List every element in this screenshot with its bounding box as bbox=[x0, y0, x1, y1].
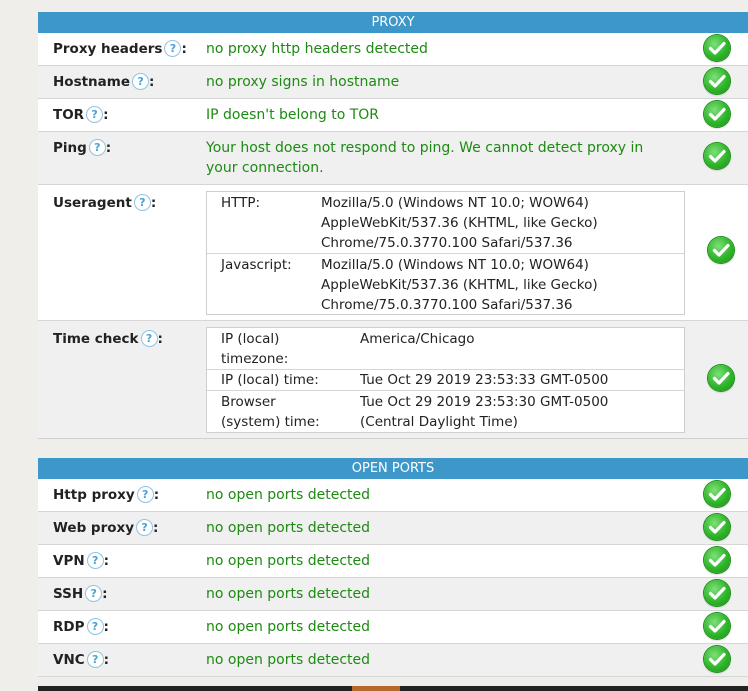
row-label: Time check?: bbox=[53, 330, 163, 347]
timecheck-value: America/Chicago bbox=[360, 331, 475, 347]
row-value: no open ports detected bbox=[206, 487, 371, 503]
help-icon[interactable]: ? bbox=[88, 139, 106, 156]
help-icon[interactable]: ? bbox=[132, 73, 150, 90]
useragent-table: HTTP: Mozilla/5.0 (Windows NT 10.0; WOW6… bbox=[206, 191, 685, 315]
check-icon bbox=[708, 365, 734, 391]
proxy-panel: PROXY Proxy headers?: no proxy http head… bbox=[38, 12, 748, 439]
ports-row-vnc: VNC?: no open ports detected bbox=[38, 644, 748, 677]
help-icon[interactable]: ? bbox=[86, 618, 104, 635]
row-label: Useragent?: bbox=[53, 194, 157, 211]
check-icon bbox=[704, 101, 730, 127]
open-ports-panel: OPEN PORTS Http proxy?: no open ports de… bbox=[38, 458, 748, 677]
ports-row-web-proxy: Web proxy?: no open ports detected bbox=[38, 512, 748, 545]
help-icon[interactable]: ? bbox=[133, 194, 151, 211]
useragent-value: Mozilla/5.0 (Windows NT 10.0; WOW64) App… bbox=[321, 195, 598, 251]
proxy-row-ping: Ping?: Your host does not respond to pin… bbox=[38, 132, 748, 185]
useragent-value: Mozilla/5.0 (Windows NT 10.0; WOW64) App… bbox=[321, 257, 598, 313]
row-label: Http proxy?: bbox=[53, 486, 160, 503]
row-label: Hostname?: bbox=[53, 73, 155, 90]
row-value: no open ports detected bbox=[206, 520, 371, 536]
row-value: Your host does not respond to ping. We c… bbox=[206, 140, 644, 176]
timecheck-key: Browser (system) time: bbox=[221, 394, 320, 430]
row-value: no open ports detected bbox=[206, 619, 371, 635]
useragent-key: Javascript: bbox=[221, 257, 292, 273]
check-icon bbox=[704, 580, 730, 606]
row-label: VPN?: bbox=[53, 552, 110, 569]
check-icon bbox=[704, 514, 730, 540]
bottom-bar-accent bbox=[352, 686, 400, 691]
useragent-http-row: HTTP: Mozilla/5.0 (Windows NT 10.0; WOW6… bbox=[207, 192, 684, 254]
useragent-js-row: Javascript: Mozilla/5.0 (Windows NT 10.0… bbox=[207, 254, 684, 314]
help-icon[interactable]: ? bbox=[86, 651, 104, 668]
help-icon[interactable]: ? bbox=[86, 106, 104, 123]
timecheck-tz-row: IP (local) timezone: America/Chicago bbox=[207, 328, 684, 370]
timecheck-browser-row: Browser (system) time: Tue Oct 29 2019 2… bbox=[207, 391, 684, 432]
ports-row-rdp: RDP?: no open ports detected bbox=[38, 611, 748, 644]
help-icon[interactable]: ? bbox=[85, 585, 103, 602]
proxy-row-hostname: Hostname?: no proxy signs in hostname bbox=[38, 66, 748, 99]
help-icon[interactable]: ? bbox=[164, 40, 182, 57]
row-value: IP doesn't belong to TOR bbox=[206, 107, 380, 123]
proxy-row-headers: Proxy headers?: no proxy http headers de… bbox=[38, 33, 748, 66]
timecheck-value: Tue Oct 29 2019 23:53:30 GMT-0500 (Centr… bbox=[360, 394, 609, 430]
row-label: TOR?: bbox=[53, 106, 109, 123]
help-icon[interactable]: ? bbox=[136, 486, 154, 503]
ports-row-http-proxy: Http proxy?: no open ports detected bbox=[38, 479, 748, 512]
row-label: RDP?: bbox=[53, 618, 109, 635]
help-icon[interactable]: ? bbox=[136, 519, 154, 536]
timecheck-key: IP (local) time: bbox=[221, 372, 319, 388]
check-icon bbox=[708, 237, 734, 263]
row-value: no proxy signs in hostname bbox=[206, 74, 400, 90]
timecheck-iptime-row: IP (local) time: Tue Oct 29 2019 23:53:3… bbox=[207, 370, 684, 391]
check-icon bbox=[704, 646, 730, 672]
check-icon bbox=[704, 547, 730, 573]
help-icon[interactable]: ? bbox=[140, 330, 158, 347]
row-label: SSH?: bbox=[53, 585, 108, 602]
timecheck-value: Tue Oct 29 2019 23:53:33 GMT-0500 bbox=[360, 372, 609, 388]
ports-row-ssh: SSH?: no open ports detected bbox=[38, 578, 748, 611]
bottom-overlay-bar bbox=[38, 686, 748, 691]
help-icon[interactable]: ? bbox=[86, 552, 104, 569]
row-value: no open ports detected bbox=[206, 553, 371, 569]
proxy-row-tor: TOR?: IP doesn't belong to TOR bbox=[38, 99, 748, 132]
check-icon bbox=[704, 68, 730, 94]
row-label: Ping?: bbox=[53, 139, 112, 156]
check-icon bbox=[704, 613, 730, 639]
row-value: no proxy http headers detected bbox=[206, 41, 428, 57]
row-value: no open ports detected bbox=[206, 652, 371, 668]
row-label: Web proxy?: bbox=[53, 519, 159, 536]
ports-row-vpn: VPN?: no open ports detected bbox=[38, 545, 748, 578]
proxy-row-useragent: Useragent?: HTTP: Mozilla/5.0 (Windows N… bbox=[38, 185, 748, 321]
row-value: no open ports detected bbox=[206, 586, 371, 602]
row-label: Proxy headers?: bbox=[53, 40, 187, 57]
check-icon bbox=[704, 481, 730, 507]
check-icon bbox=[704, 35, 730, 61]
open-ports-panel-title: OPEN PORTS bbox=[38, 458, 748, 479]
row-label: VNC?: bbox=[53, 651, 110, 668]
check-icon bbox=[704, 143, 730, 169]
useragent-key: HTTP: bbox=[221, 195, 261, 211]
proxy-row-timecheck: Time check?: IP (local) timezone: Americ… bbox=[38, 321, 748, 439]
proxy-panel-title: PROXY bbox=[38, 12, 748, 33]
timecheck-table: IP (local) timezone: America/Chicago IP … bbox=[206, 327, 685, 433]
timecheck-key: IP (local) timezone: bbox=[221, 331, 289, 367]
